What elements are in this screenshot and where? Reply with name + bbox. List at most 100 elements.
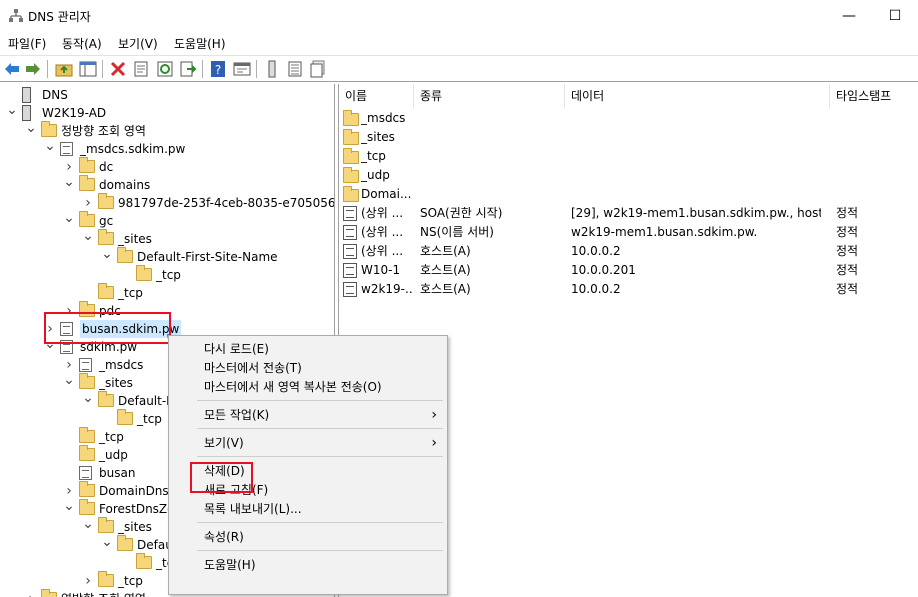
column-header-timestamp[interactable]: 타임스탬프: [830, 84, 918, 108]
table-row[interactable]: _tcp: [339, 147, 918, 166]
tree-item-label: _tcp: [137, 412, 162, 426]
tree-item-label: W2K19-AD: [42, 106, 107, 120]
export-icon[interactable]: [179, 60, 197, 78]
menu-separator: [197, 428, 443, 429]
tree-item-label: _sites: [118, 232, 152, 246]
expand-open-icon[interactable]: ⌄: [63, 373, 75, 392]
cell-data: 10.0.0.2: [571, 244, 621, 258]
context-menu-item[interactable]: 도움말(H): [169, 555, 447, 575]
menu-file[interactable]: 파일(F): [8, 35, 46, 52]
expand-open-icon[interactable]: ⌄: [63, 211, 75, 230]
help-icon[interactable]: ?: [209, 60, 227, 78]
expand-closed-icon[interactable]: ›: [25, 590, 37, 597]
menu-separator: [197, 522, 443, 523]
tree-item[interactable]: ⌄ W2K19-AD: [0, 103, 334, 122]
delete-icon[interactable]: [109, 60, 127, 78]
column-header-name[interactable]: 이름: [339, 84, 414, 108]
tree-item[interactable]: ⌄ _msdcs.sdkim.pw: [0, 139, 334, 158]
expand-open-icon[interactable]: ⌄: [82, 229, 94, 248]
expand-open-icon[interactable]: ⌄: [101, 247, 113, 266]
table-row[interactable]: (상위 ... 호스트(A) 10.0.0.2 정적: [339, 242, 918, 261]
list-icon[interactable]: [286, 60, 304, 78]
context-menu-item[interactable]: 다시 로드(E): [169, 339, 447, 359]
folder-icon: [117, 247, 133, 264]
folder-icon: [136, 553, 152, 570]
no-expander: [82, 284, 94, 302]
menu-help[interactable]: 도움말(H): [174, 35, 226, 52]
expand-open-icon[interactable]: ⌄: [25, 121, 37, 140]
folder-icon: [98, 283, 114, 300]
cell-name: w2k19-...: [361, 282, 413, 296]
cell-name: W10-1: [361, 263, 401, 277]
folder-icon: [343, 167, 359, 183]
tree-item[interactable]: › 981797de-253f-4ceb-8035-e705056e5: [0, 193, 334, 212]
up-folder-icon[interactable]: [55, 60, 73, 78]
table-row[interactable]: (상위 ... NS(이름 서버) w2k19-mem1.busan.sdkim.p…: [339, 223, 918, 242]
table-row[interactable]: w2k19-... 호스트(A) 10.0.0.2 정적: [339, 280, 918, 299]
tree-item[interactable]: ⌄ gc: [0, 211, 334, 230]
record-icon[interactable]: [263, 60, 281, 78]
context-menu-item[interactable]: 목록 내보내기(L)...: [169, 499, 447, 519]
context-menu-item[interactable]: 마스터에서 전송(T): [169, 358, 447, 378]
context-menu-item-label: 보기(V): [204, 436, 244, 450]
annotation-highlight-zone: [44, 312, 171, 344]
expand-closed-icon[interactable]: ›: [82, 572, 94, 590]
forward-icon[interactable]: [24, 60, 42, 78]
cell-ts: 정적: [836, 225, 859, 239]
tree-item-label: _msdcs: [99, 358, 144, 372]
tree-item[interactable]: ⌄ domains: [0, 175, 334, 194]
expand-closed-icon[interactable]: ›: [82, 194, 94, 212]
context-menu-item[interactable]: 속성(R): [169, 527, 447, 547]
folder-icon: [343, 110, 359, 126]
column-header-data[interactable]: 데이터: [565, 84, 830, 108]
tree-item[interactable]: › dc: [0, 157, 334, 176]
tree-item[interactable]: _tcp: [0, 265, 334, 284]
menu-view[interactable]: 보기(V): [118, 35, 158, 52]
console-icon[interactable]: [233, 60, 251, 78]
back-icon[interactable]: [3, 60, 21, 78]
maximize-button[interactable]: ☐: [872, 0, 918, 32]
cell-name: _msdcs: [361, 111, 406, 125]
tree-item[interactable]: ⌄ Default-First-Site-Name: [0, 247, 334, 266]
tree-item-label: _udp: [99, 448, 128, 462]
context-menu-item[interactable]: 마스터에서 새 영역 복사본 전송(O): [169, 377, 447, 397]
menu-bar: 파일(F) 동작(A) 보기(V) 도움말(H): [0, 32, 918, 54]
table-row[interactable]: Domai...: [339, 185, 918, 204]
context-menu-item[interactable]: 보기(V) ›: [169, 433, 447, 453]
tree-item-label: _msdcs.sdkim.pw: [80, 142, 186, 156]
cell-name: (상위 ...: [361, 244, 404, 258]
expand-open-icon[interactable]: ⌄: [101, 535, 113, 554]
tree-item[interactable]: _tcp: [0, 283, 334, 302]
expand-open-icon[interactable]: ⌄: [63, 175, 75, 194]
expand-open-icon[interactable]: ⌄: [82, 517, 94, 536]
properties-icon[interactable]: [132, 60, 150, 78]
cell-name: (상위 ...: [361, 206, 404, 220]
menu-separator: [197, 550, 443, 551]
tree-item-label: Default-First-Site-Name: [137, 250, 278, 264]
folder-icon: [343, 148, 359, 164]
table-row[interactable]: (상위 ... SOA(권한 시작) [29], w2k19-mem1.busan.…: [339, 204, 918, 223]
table-row[interactable]: _sites: [339, 128, 918, 147]
menu-separator: [197, 400, 443, 401]
record-icon: [343, 282, 357, 297]
tree-item[interactable]: DNS: [0, 86, 334, 104]
refresh-icon[interactable]: [156, 60, 174, 78]
expand-open-icon[interactable]: ⌄: [63, 499, 75, 518]
table-row[interactable]: _msdcs: [339, 109, 918, 128]
show-tree-icon[interactable]: [79, 60, 97, 78]
expand-open-icon[interactable]: ⌄: [44, 139, 56, 158]
context-menu-item[interactable]: 모든 작업(K) ›: [169, 405, 447, 425]
menu-action[interactable]: 동작(A): [62, 35, 102, 52]
column-header-type[interactable]: 종류: [414, 84, 565, 108]
table-row[interactable]: _udp: [339, 166, 918, 185]
tree-item-label: ForestDnsZo: [99, 502, 175, 516]
expand-open-icon[interactable]: ⌄: [82, 391, 94, 410]
cell-data: 10.0.0.2: [571, 282, 621, 296]
tree-item[interactable]: ⌄ _sites: [0, 229, 334, 248]
expand-open-icon[interactable]: ⌄: [6, 103, 18, 122]
folder-icon: [98, 571, 114, 588]
filter-icon[interactable]: [309, 60, 327, 78]
minimize-button[interactable]: —: [826, 0, 872, 32]
table-row[interactable]: W10-1 호스트(A) 10.0.0.201 정적: [339, 261, 918, 280]
context-menu-item-label: 속성(R): [204, 530, 244, 544]
